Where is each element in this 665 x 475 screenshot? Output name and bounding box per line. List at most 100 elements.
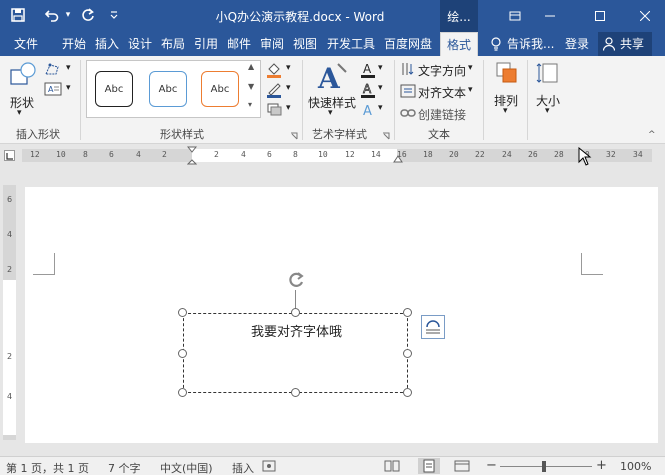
collapse-ribbon-icon[interactable]: ^ — [648, 130, 656, 140]
read-mode-icon[interactable] — [384, 459, 400, 473]
dialog-launcher-icon[interactable] — [290, 130, 298, 140]
vertical-ruler[interactable]: 6 4 2 2 4 — [3, 185, 16, 440]
arrange-icon[interactable] — [494, 60, 520, 86]
create-link-label[interactable]: 创建链接 — [418, 106, 466, 123]
text-direction-label[interactable]: 文字方向 — [418, 62, 466, 79]
ruler-tick: 26 — [528, 150, 538, 159]
horizontal-ruler[interactable]: 12 10 8 6 4 2 2 4 6 8 10 12 14 16 18 20 … — [22, 149, 652, 162]
insert-mode[interactable]: 插入 — [232, 460, 254, 475]
tab-insert[interactable]: 插入 — [95, 32, 119, 56]
shape-fill-icon[interactable] — [266, 62, 284, 78]
align-text-icon[interactable] — [400, 84, 416, 98]
text-effects-icon[interactable]: A — [360, 102, 376, 119]
shape-style-swatch-blue[interactable]: Abc — [149, 71, 187, 107]
shape-styles-gallery[interactable]: Abc Abc Abc — [86, 60, 261, 118]
shape-effects-icon[interactable] — [266, 102, 284, 116]
text-fill-dropdown-icon[interactable]: ▾ — [378, 63, 383, 73]
group-divider — [527, 60, 528, 140]
tab-layout[interactable]: 布局 — [161, 32, 185, 56]
tab-home[interactable]: 开始 — [62, 32, 86, 56]
text-box-content[interactable]: 我要对齐字体哦 — [184, 321, 409, 340]
arrange-dropdown-icon[interactable]: ▾ — [503, 106, 508, 116]
ruler-tick: 10 — [56, 150, 66, 159]
print-layout-icon[interactable] — [418, 458, 440, 474]
size-dropdown-icon[interactable]: ▾ — [545, 106, 550, 116]
text-outline-dropdown-icon[interactable]: ▾ — [378, 83, 383, 93]
resize-handle-top[interactable] — [291, 308, 300, 317]
size-icon[interactable] — [536, 60, 562, 86]
group-divider — [394, 60, 395, 140]
ribbon-display-options-icon[interactable] — [500, 0, 530, 32]
resize-handle-right[interactable] — [403, 349, 412, 358]
maximize-icon[interactable] — [585, 0, 615, 32]
right-indent-marker-icon[interactable] — [393, 154, 403, 164]
macro-record-icon[interactable] — [262, 459, 276, 473]
text-effects-dropdown-icon[interactable]: ▾ — [378, 103, 383, 113]
zoom-slider-thumb[interactable] — [542, 461, 546, 472]
zoom-level[interactable]: 100% — [620, 460, 651, 473]
create-link-icon[interactable] — [400, 106, 416, 120]
tab-review[interactable]: 审阅 — [260, 32, 284, 56]
text-box-icon[interactable]: A — [44, 82, 64, 96]
svg-text:A: A — [363, 104, 372, 118]
text-box-dropdown-icon[interactable]: ▾ — [66, 83, 71, 93]
minimize-icon[interactable] — [535, 0, 565, 32]
edit-shape-icon[interactable] — [44, 62, 64, 76]
shape-outline-icon[interactable] — [266, 82, 284, 98]
tab-references[interactable]: 引用 — [194, 32, 218, 56]
indent-marker-icon[interactable] — [186, 146, 198, 166]
shape-style-swatch-black[interactable]: Abc — [95, 71, 133, 107]
zoom-in-button[interactable]: + — [596, 458, 607, 473]
tab-mailings[interactable]: 邮件 — [227, 32, 251, 56]
quick-styles-dropdown-icon[interactable]: ▾ — [328, 108, 333, 118]
tab-developer[interactable]: 开发工具 — [327, 32, 375, 56]
login-link[interactable]: 登录 — [565, 32, 589, 56]
quick-styles-icon[interactable]: A — [312, 60, 352, 95]
word-count[interactable]: 7 个字 — [108, 460, 141, 475]
text-outline-icon[interactable]: A — [360, 82, 376, 98]
resize-handle-bottom[interactable] — [291, 388, 300, 397]
shapes-dropdown-icon[interactable]: ▾ — [17, 108, 22, 118]
align-text-label[interactable]: 对齐文本 — [418, 84, 466, 101]
resize-handle-top-left[interactable] — [178, 308, 187, 317]
shape-effects-dropdown-icon[interactable]: ▾ — [286, 103, 291, 113]
document-page[interactable]: 我要对齐字体哦 — [25, 187, 658, 443]
dialog-launcher-icon[interactable] — [382, 130, 390, 140]
text-direction-icon[interactable] — [400, 62, 416, 76]
web-layout-icon[interactable] — [454, 459, 470, 473]
gallery-more-icon[interactable]: ▾ — [248, 100, 252, 109]
edit-shape-dropdown-icon[interactable]: ▾ — [66, 63, 71, 73]
resize-handle-top-right[interactable] — [403, 308, 412, 317]
zoom-out-button[interactable]: − — [486, 458, 497, 473]
resize-handle-bottom-right[interactable] — [403, 388, 412, 397]
page-count[interactable]: 第 1 页，共 1 页 — [6, 460, 89, 475]
shape-outline-dropdown-icon[interactable]: ▾ — [286, 83, 291, 93]
resize-handle-bottom-left[interactable] — [178, 388, 187, 397]
layout-options-icon[interactable] — [421, 315, 445, 339]
zoom-slider[interactable] — [500, 466, 592, 467]
text-box[interactable]: 我要对齐字体哦 — [183, 313, 408, 393]
language-indicator[interactable]: 中文(中国) — [160, 460, 213, 475]
tab-design[interactable]: 设计 — [128, 32, 152, 56]
shape-style-swatch-orange[interactable]: Abc — [201, 71, 239, 107]
resize-handle-left[interactable] — [178, 349, 187, 358]
tab-selector-icon[interactable] — [4, 150, 15, 161]
gallery-scroll-up-icon[interactable]: ▲ — [248, 62, 254, 71]
tell-me-search[interactable]: 告诉我... — [507, 32, 554, 56]
shapes-button-label[interactable]: 形状 — [10, 94, 34, 111]
tab-view[interactable]: 视图 — [293, 32, 317, 56]
text-fill-icon[interactable]: A — [360, 62, 376, 78]
share-button[interactable]: 共享 — [598, 32, 652, 56]
group-divider — [302, 60, 303, 140]
tab-baidu-netdisk[interactable]: 百度网盘 — [384, 32, 432, 56]
gallery-scroll-down-icon[interactable]: ▼ — [248, 82, 254, 91]
close-icon[interactable] — [630, 0, 660, 32]
text-direction-dropdown-icon[interactable]: ▾ — [468, 63, 473, 73]
shape-fill-dropdown-icon[interactable]: ▾ — [286, 63, 291, 73]
drawing-tools-context-tab[interactable]: 绘... — [440, 0, 478, 32]
tab-file[interactable]: 文件 — [14, 32, 38, 56]
tab-format[interactable]: 格式 — [440, 32, 478, 56]
rotate-handle-icon[interactable] — [286, 270, 306, 290]
align-text-dropdown-icon[interactable]: ▾ — [468, 85, 473, 95]
shapes-icon[interactable] — [8, 60, 38, 90]
